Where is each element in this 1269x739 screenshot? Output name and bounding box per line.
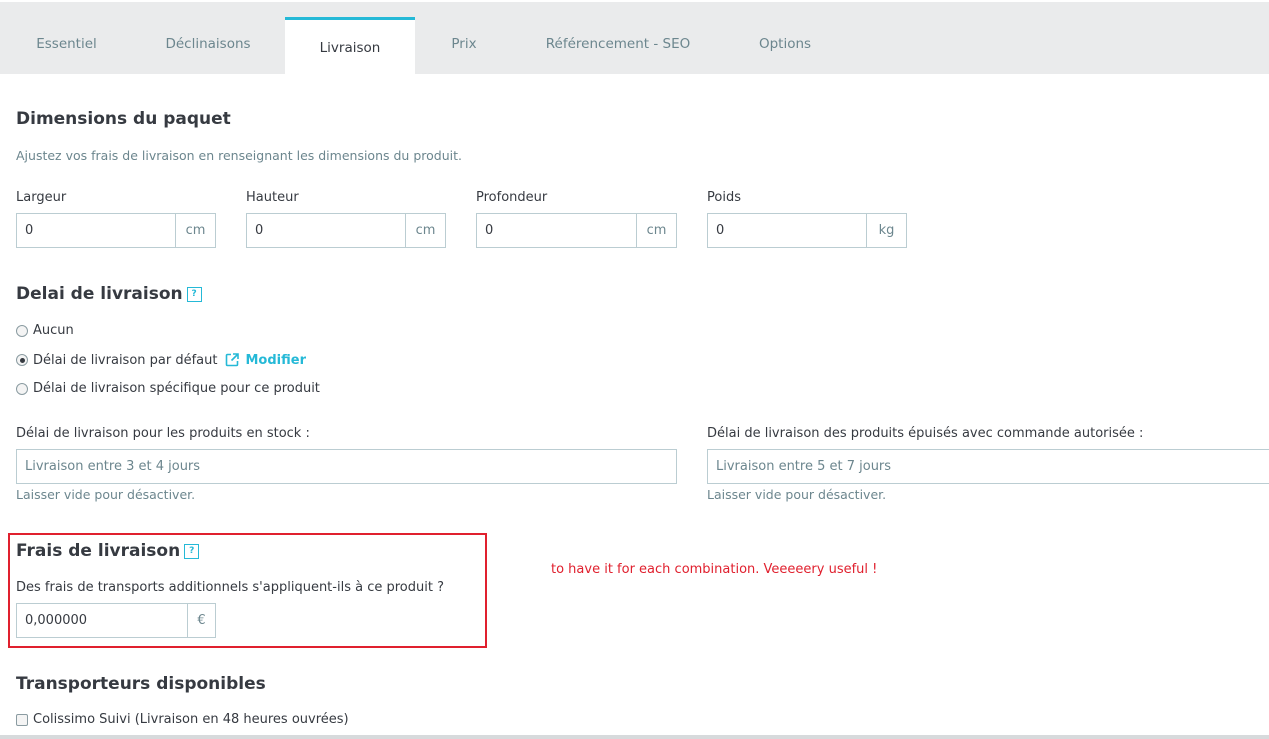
carrier-checkbox[interactable] [16,713,28,726]
dimensions-title: Dimensions du paquet [16,109,231,129]
tab-seo[interactable]: Référencement - SEO [513,2,723,74]
weight-input[interactable]: 0 [708,214,866,247]
carrier-item[interactable]: Colissimo Suivi (Livraison en 48 heures … [16,712,349,727]
height-field: 0 cm [246,213,446,248]
delivery-time-title-text: Delai de livraison [16,284,183,304]
weight-field: 0 kg [707,213,907,248]
weight-unit: kg [866,214,906,247]
out-of-stock-input[interactable]: Livraison entre 5 et 7 jours [707,449,1269,484]
delivery-option-specific-label: Délai de livraison spécifique pour ce pr… [33,381,320,396]
depth-input[interactable]: 0 [477,214,636,247]
height-input[interactable]: 0 [247,214,405,247]
tab-livraison[interactable]: Livraison [285,17,415,74]
help-icon[interactable]: ? [184,543,200,559]
annotation-text: to have it for each combination. Veeeeer… [551,562,878,577]
height-unit: cm [405,214,445,247]
in-stock-help: Laisser vide pour désactiver. [16,487,196,502]
out-of-stock-help: Laisser vide pour désactiver. [707,487,887,502]
delivery-time-title: Delai de livraison? [16,284,202,304]
carrier-label: Colissimo Suivi (Livraison en 48 heures … [33,712,349,727]
depth-label: Profondeur [476,190,548,205]
help-icon[interactable]: ? [186,286,202,302]
weight-label: Poids [707,190,741,205]
height-label: Hauteur [246,190,299,205]
shipping-fees-title-text: Frais de livraison [16,541,181,561]
width-unit: cm [175,214,215,247]
delivery-option-default[interactable]: Délai de livraison par défaut Modifier [16,352,306,368]
tab-declinaisons[interactable]: Déclinaisons [133,2,283,74]
shipping-fees-input[interactable]: 0,000000 [17,604,187,637]
in-stock-input[interactable]: Livraison entre 3 et 4 jours [16,449,677,484]
in-stock-label: Délai de livraison pour les produits en … [16,426,310,441]
external-link-icon [226,353,240,367]
carriers-title: Transporteurs disponibles [16,674,266,694]
delivery-option-default-label: Délai de livraison par défaut [33,352,218,368]
bottom-divider [0,735,1269,739]
delivery-option-specific[interactable]: Délai de livraison spécifique pour ce pr… [16,381,320,396]
tab-essentiel[interactable]: Essentiel [0,2,133,74]
radio-specific[interactable] [16,382,28,395]
tab-bar: Essentiel Déclinaisons Livraison Prix Ré… [0,2,1269,74]
out-of-stock-label: Délai de livraison des produits épuisés … [707,426,1144,441]
width-input[interactable]: 0 [17,214,175,247]
dimensions-description: Ajustez vos frais de livraison en rensei… [16,148,462,163]
shipping-fees-title: Frais de livraison? [16,541,200,561]
radio-none[interactable] [16,324,28,337]
shipping-fees-field: 0,000000 € [16,603,216,638]
delivery-option-none[interactable]: Aucun [16,323,74,338]
modify-link-label: Modifier [245,352,306,368]
shipping-fees-question: Des frais de transports additionnels s'a… [16,580,444,595]
delivery-option-none-label: Aucun [33,323,74,338]
tab-options[interactable]: Options [723,2,847,74]
currency-addon: € [187,604,215,637]
modify-link[interactable]: Modifier [224,352,306,368]
radio-default[interactable] [16,354,28,366]
depth-unit: cm [636,214,676,247]
width-label: Largeur [16,190,67,205]
depth-field: 0 cm [476,213,677,248]
tab-prix[interactable]: Prix [415,2,513,74]
width-field: 0 cm [16,213,216,248]
